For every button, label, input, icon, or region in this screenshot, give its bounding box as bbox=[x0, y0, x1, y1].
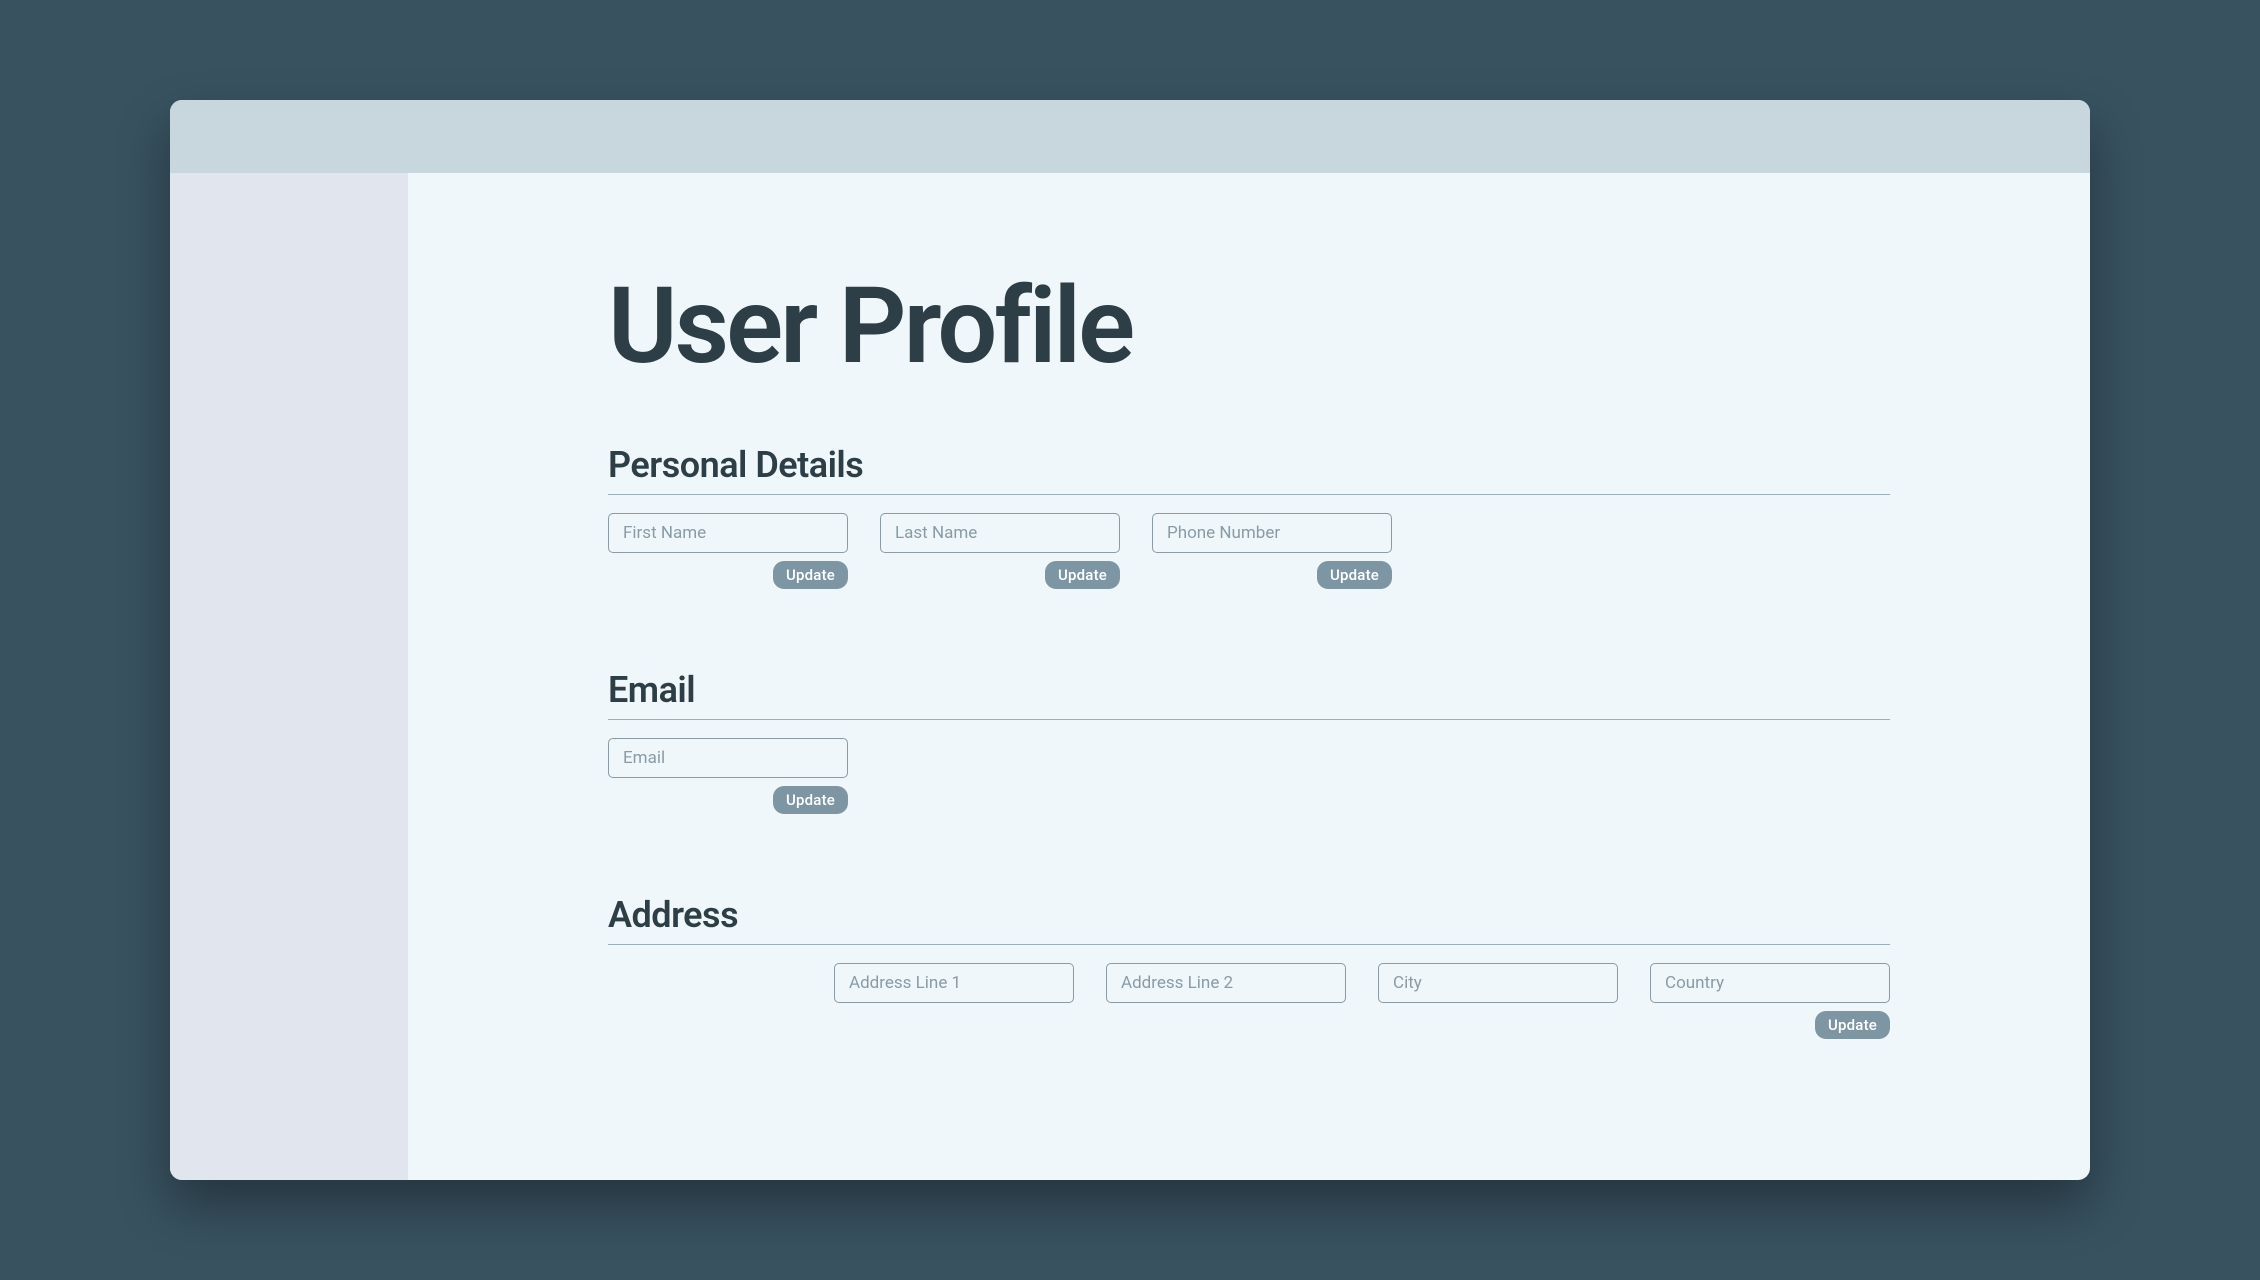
email-input[interactable] bbox=[608, 738, 848, 778]
app-window: User Profile Personal Details Update Upd… bbox=[170, 100, 2090, 1180]
last-name-input[interactable] bbox=[880, 513, 1120, 553]
sidebar bbox=[170, 173, 408, 1180]
section-email: Email Update bbox=[608, 669, 1890, 814]
email-fields-row: Update bbox=[608, 738, 1890, 814]
update-last-name-button[interactable]: Update bbox=[1045, 561, 1120, 589]
address-line2-input[interactable] bbox=[1106, 963, 1346, 1003]
update-first-name-button[interactable]: Update bbox=[773, 561, 848, 589]
field-group-phone: Update bbox=[1152, 513, 1392, 589]
country-input[interactable] bbox=[1650, 963, 1890, 1003]
update-email-button[interactable]: Update bbox=[773, 786, 848, 814]
field-group-first-name: Update bbox=[608, 513, 848, 589]
phone-input[interactable] bbox=[1152, 513, 1392, 553]
address-field-group: Update bbox=[608, 963, 1890, 1039]
main-content: User Profile Personal Details Update Upd… bbox=[408, 173, 2090, 1180]
city-input[interactable] bbox=[1378, 963, 1618, 1003]
first-name-input[interactable] bbox=[608, 513, 848, 553]
address-line1-input[interactable] bbox=[834, 963, 1074, 1003]
page-title: User Profile bbox=[608, 273, 1890, 379]
section-heading-personal: Personal Details bbox=[608, 444, 1890, 495]
field-group-email: Update bbox=[608, 738, 848, 814]
update-phone-button[interactable]: Update bbox=[1317, 561, 1392, 589]
section-personal-details: Personal Details Update Update Update bbox=[608, 444, 1890, 589]
update-address-button[interactable]: Update bbox=[1815, 1011, 1890, 1039]
section-heading-address: Address bbox=[608, 894, 1890, 945]
section-heading-email: Email bbox=[608, 669, 1890, 720]
app-body: User Profile Personal Details Update Upd… bbox=[170, 173, 2090, 1180]
titlebar bbox=[170, 100, 2090, 173]
address-fields-row bbox=[834, 963, 1890, 1003]
field-group-last-name: Update bbox=[880, 513, 1120, 589]
section-address: Address Update bbox=[608, 894, 1890, 1039]
personal-fields-row: Update Update Update bbox=[608, 513, 1890, 589]
